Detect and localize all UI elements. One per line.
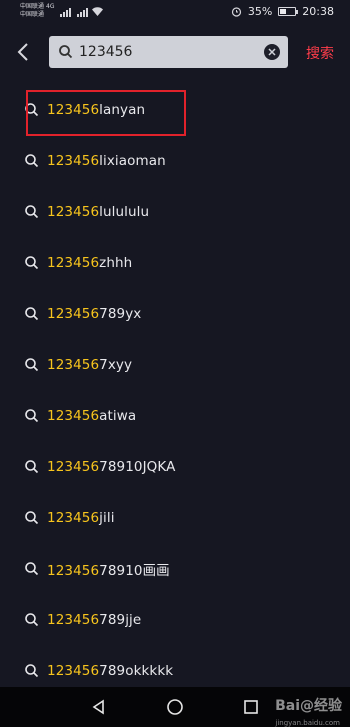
nav-back-button[interactable] xyxy=(89,697,109,717)
suggestion-match: 123456 xyxy=(47,101,100,118)
suggestion-text: 123456lulululu xyxy=(47,204,149,220)
suggestion-rest: 7xyy xyxy=(99,356,133,373)
search-icon xyxy=(25,358,39,372)
suggestion-item[interactable]: 123456zhhh xyxy=(0,237,350,288)
suggestion-rest: 78910JQKA xyxy=(99,458,176,475)
suggestion-match: 123456 xyxy=(47,203,100,220)
clear-icon xyxy=(268,48,276,56)
carrier-1: 中国联通 xyxy=(20,3,45,10)
search-icon xyxy=(25,256,39,270)
suggestion-item[interactable]: 12345678910JQKA xyxy=(0,441,350,492)
back-button[interactable] xyxy=(10,38,36,66)
suggestion-match: 123456 xyxy=(47,305,100,322)
search-icon xyxy=(25,205,39,219)
suggestion-match: 123456 xyxy=(47,356,100,373)
suggestion-item[interactable]: 123456jili xyxy=(0,492,350,543)
suggestion-match: 123456 xyxy=(47,407,100,424)
battery-icon xyxy=(278,7,299,16)
signal-icon-2 xyxy=(77,8,88,17)
carrier-labels: 中国联通 中国联通 xyxy=(20,3,44,19)
suggestion-text: 123456atiwa xyxy=(47,408,136,424)
suggestion-rest: jili xyxy=(99,509,115,526)
suggestion-text: 123456lanyan xyxy=(47,102,145,118)
circle-home-icon xyxy=(167,699,183,715)
watermark-logo: Bai@经验 xyxy=(275,698,342,714)
alarm-icon xyxy=(231,7,241,17)
suggestion-rest: atiwa xyxy=(99,407,137,424)
suggestion-item[interactable]: 12345678910画画 xyxy=(0,543,350,594)
suggestion-text: 123456zhhh xyxy=(47,255,132,271)
status-bar: 中国联通 中国联通 4G 35% 20:38 xyxy=(0,0,350,26)
search-icon xyxy=(59,45,73,59)
square-recent-icon xyxy=(244,700,258,714)
suggestion-rest: zhhh xyxy=(99,254,133,271)
search-icon xyxy=(25,613,39,627)
suggestion-text: 12345678910JQKA xyxy=(47,459,175,475)
search-icon xyxy=(25,460,39,474)
suggestion-match: 123456 xyxy=(47,458,100,475)
clock: 20:38 xyxy=(302,5,334,18)
suggestion-item[interactable]: 123456lixiaoman xyxy=(0,135,350,186)
wifi-icon xyxy=(92,7,103,16)
suggestion-item[interactable]: 123456789yx xyxy=(0,288,350,339)
suggestion-text: 123456jili xyxy=(47,510,115,526)
search-icon xyxy=(25,154,39,168)
watermark-url: jingyan.baidu.com xyxy=(275,719,340,727)
search-icon xyxy=(25,664,39,678)
suggestion-rest: 789jje xyxy=(99,611,142,628)
suggestion-item[interactable]: 123456lanyan xyxy=(0,84,350,135)
status-right: 35% 20:38 xyxy=(231,5,334,18)
suggestion-rest: lixiaoman xyxy=(99,152,166,169)
navigation-bar: Bai@经验 jingyan.baidu.com xyxy=(0,687,350,727)
suggestion-text: 123456789yx xyxy=(47,306,141,322)
suggestion-text: 123456789okkkkk xyxy=(47,663,173,679)
network-badge: 4G xyxy=(46,3,55,10)
search-icon xyxy=(25,409,39,423)
suggestion-rest: lulululu xyxy=(99,203,150,220)
nav-recent-button[interactable] xyxy=(241,697,261,717)
search-icon xyxy=(25,511,39,525)
suggestion-match: 123456 xyxy=(47,662,100,679)
suggestion-item[interactable]: 123456lulululu xyxy=(0,186,350,237)
clear-button[interactable] xyxy=(264,44,280,60)
search-icon xyxy=(25,562,39,576)
suggestion-text: 12345678910画画 xyxy=(47,559,170,579)
suggestion-rest: 789okkkkk xyxy=(99,662,174,679)
battery-percent: 35% xyxy=(247,5,273,18)
nav-home-button[interactable] xyxy=(165,697,185,717)
search-input[interactable] xyxy=(79,36,259,68)
suggestion-text: 123456lixiaoman xyxy=(47,153,166,169)
suggestion-match: 123456 xyxy=(47,152,100,169)
suggestion-list: 123456lanyan 123456lixiaoman 123456lululul… xyxy=(0,84,350,696)
suggestion-text: 1234567xyy xyxy=(47,357,132,373)
suggestion-item[interactable]: 123456789jje xyxy=(0,594,350,645)
suggestion-match: 123456 xyxy=(47,509,100,526)
carrier-2: 中国联通 xyxy=(20,11,45,18)
suggestion-item[interactable]: 1234567xyy xyxy=(0,339,350,390)
suggestion-rest: 78910画画 xyxy=(99,562,170,579)
triangle-back-icon xyxy=(92,699,104,715)
suggestion-text: 123456789jje xyxy=(47,612,141,628)
search-box[interactable] xyxy=(49,36,288,68)
suggestion-rest: 789yx xyxy=(99,305,142,322)
search-icon xyxy=(25,307,39,321)
chevron-left-icon xyxy=(17,43,28,61)
search-header: 搜索 xyxy=(0,30,350,74)
search-submit-button[interactable]: 搜索 xyxy=(306,43,334,63)
suggestion-match: 123456 xyxy=(47,562,100,579)
signal-icon xyxy=(60,8,71,17)
signal-indicators: 4G xyxy=(46,3,88,17)
suggestion-item[interactable]: 123456atiwa xyxy=(0,390,350,441)
suggestion-match: 123456 xyxy=(47,611,100,628)
suggestion-match: 123456 xyxy=(47,254,100,271)
suggestion-rest: lanyan xyxy=(99,101,146,118)
search-icon xyxy=(25,103,39,117)
